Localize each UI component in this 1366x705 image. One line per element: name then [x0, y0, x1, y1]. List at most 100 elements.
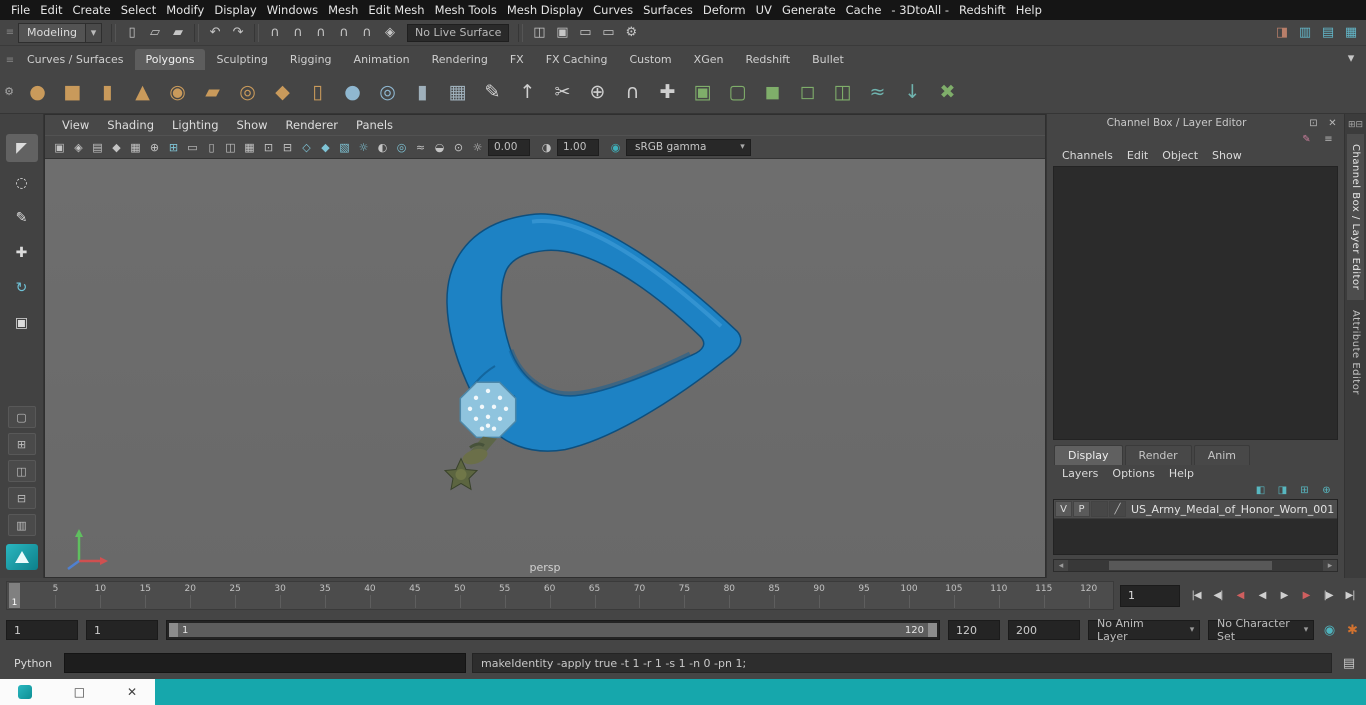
- anim-layer-preferences-icon[interactable]: ◉: [1322, 623, 1337, 638]
- safe-title-icon[interactable]: ⊟: [279, 138, 296, 156]
- dock-grid-icon[interactable]: ⊞: [1348, 120, 1356, 130]
- shelf-tab[interactable]: Rigging: [279, 49, 343, 70]
- shelf-tab[interactable]: XGen: [683, 49, 735, 70]
- redo-icon[interactable]: ↷: [227, 23, 249, 43]
- new-empty-layer-icon[interactable]: ⊞: [1297, 483, 1312, 497]
- quad-draw-icon[interactable]: ▦: [442, 76, 473, 107]
- view-transform-select[interactable]: sRGB gamma ▾: [626, 138, 751, 156]
- channel-box-menu-item[interactable]: Show: [1205, 149, 1249, 162]
- sculpt-tool-icon[interactable]: ●: [337, 76, 368, 107]
- bridge-icon[interactable]: ∩: [617, 76, 648, 107]
- ipr-render-icon[interactable]: ▭: [597, 23, 619, 43]
- gamma-icon[interactable]: ◑: [538, 138, 555, 156]
- select-tool[interactable]: ◤: [5, 134, 38, 162]
- scroll-right-icon[interactable]: ▸: [1323, 560, 1337, 571]
- shelf-tab[interactable]: Bullet: [801, 49, 855, 70]
- layer-color-swatch[interactable]: ╱: [1109, 501, 1126, 517]
- target-weld-icon[interactable]: ⊕: [582, 76, 613, 107]
- channel-box-menu-item[interactable]: Object: [1155, 149, 1205, 162]
- save-scene-icon[interactable]: ▰: [167, 23, 189, 43]
- shelf-tab[interactable]: Animation: [343, 49, 421, 70]
- channel-settings-icon[interactable]: ≡: [1321, 132, 1336, 146]
- symmetry-icon[interactable]: ◫: [528, 23, 550, 43]
- menu-item[interactable]: UV: [751, 3, 777, 17]
- workspace-icon[interactable]: ▦: [1340, 23, 1362, 43]
- persp-graph-layout-icon[interactable]: ⊟: [7, 487, 36, 509]
- layer-move-down-icon[interactable]: ◨: [1275, 483, 1290, 497]
- image-plane-icon[interactable]: ▦: [127, 138, 144, 156]
- channel-box-menu-item[interactable]: Edit: [1120, 149, 1155, 162]
- four-pane-layout-icon[interactable]: ⊞: [7, 433, 36, 455]
- grid-icon[interactable]: ⊞: [165, 138, 182, 156]
- play-forwards-button[interactable]: ▶: [1274, 585, 1294, 607]
- resolution-gate-icon[interactable]: ▯: [203, 138, 220, 156]
- scrollbar-track[interactable]: [1068, 560, 1323, 571]
- pan-zoom-icon[interactable]: ⊕: [146, 138, 163, 156]
- layer-editor-tab[interactable]: Anim: [1193, 445, 1250, 465]
- shelf-tab[interactable]: Rendering: [421, 49, 499, 70]
- poly-platonic-icon[interactable]: ◆: [267, 76, 298, 107]
- mirror-icon[interactable]: ◫: [827, 76, 858, 107]
- panel-menu-item[interactable]: Show: [228, 118, 277, 132]
- layer-editor-tab[interactable]: Render: [1124, 445, 1192, 465]
- motion-blur-icon[interactable]: ≈: [412, 138, 429, 156]
- menu-item[interactable]: Mesh Display: [502, 3, 588, 17]
- statusline-grip-icon[interactable]: ≡: [4, 27, 16, 38]
- poly-torus-icon[interactable]: ◉: [162, 76, 193, 107]
- layer-menu-item[interactable]: Layers: [1055, 467, 1105, 480]
- channel-box-toggle-icon[interactable]: ▤: [1317, 23, 1339, 43]
- append-polygon-icon[interactable]: ✚: [652, 76, 683, 107]
- live-surface-field[interactable]: No Live Surface: [407, 23, 510, 42]
- render-frame-icon[interactable]: ▭: [574, 23, 596, 43]
- menu-item[interactable]: Mesh: [323, 3, 363, 17]
- layer-menu-item[interactable]: Help: [1162, 467, 1201, 480]
- layer-menu-item[interactable]: Options: [1105, 467, 1161, 480]
- group-divider[interactable]: [254, 23, 260, 42]
- field-chart-icon[interactable]: ▦: [241, 138, 258, 156]
- lock-camera-icon[interactable]: ◈: [70, 138, 87, 156]
- sidebar-tab[interactable]: Channel Box / Layer Editor: [1347, 134, 1364, 301]
- playback-start-field[interactable]: 1: [86, 620, 158, 640]
- smooth-shade-icon[interactable]: ◆: [317, 138, 334, 156]
- group-divider[interactable]: [111, 23, 117, 42]
- menu-item[interactable]: Display: [209, 3, 261, 17]
- snap-to-grids-icon[interactable]: ∩: [264, 23, 286, 43]
- current-time-marker[interactable]: 1: [9, 583, 20, 608]
- exposure-icon[interactable]: ☼: [469, 138, 486, 156]
- subdiv-proxy-icon[interactable]: ▮: [407, 76, 438, 107]
- shelf-tab[interactable]: FX Caching: [535, 49, 619, 70]
- open-scene-icon[interactable]: ▱: [144, 23, 166, 43]
- modeling-toolkit-icon[interactable]: ▥: [1294, 23, 1316, 43]
- group-divider[interactable]: [518, 23, 524, 42]
- hypershade-layout-icon[interactable]: ▥: [7, 514, 36, 536]
- snap-to-view-planes-icon[interactable]: ∩: [356, 23, 378, 43]
- multi-cut-icon[interactable]: ✂: [547, 76, 578, 107]
- lasso-tool[interactable]: ◌: [6, 169, 38, 197]
- ambient-occlusion-icon[interactable]: ◎: [393, 138, 410, 156]
- scrollbar-thumb[interactable]: [1108, 561, 1272, 570]
- close-icon[interactable]: ✕: [127, 685, 137, 699]
- shelf-tab[interactable]: FX: [499, 49, 535, 70]
- playback-end-field[interactable]: 120: [948, 620, 1000, 640]
- menu-item[interactable]: File: [6, 3, 35, 17]
- menu-set-selector[interactable]: Modeling ▾: [18, 22, 103, 43]
- extrude-icon[interactable]: ↑: [512, 76, 543, 107]
- reduce-icon[interactable]: ↓: [897, 76, 928, 107]
- viewport-canvas[interactable]: persp: [45, 159, 1045, 577]
- layer-editor-tab[interactable]: Display: [1054, 445, 1123, 465]
- shadows-icon[interactable]: ◐: [374, 138, 391, 156]
- time-slider[interactable]: 1 5 10 15 20 25 30 35 40 45 50 55 60 65 70 75 80 85 90 95 1…: [6, 581, 1114, 610]
- step-forward-key-button[interactable]: ▶: [1296, 585, 1316, 607]
- film-gate-icon[interactable]: ▭: [184, 138, 201, 156]
- menu-item[interactable]: Select: [116, 3, 161, 17]
- safe-action-icon[interactable]: ⊡: [260, 138, 277, 156]
- character-set-select[interactable]: No Character Set ▾: [1208, 617, 1314, 643]
- highlight-selection-icon[interactable]: ▣: [551, 23, 573, 43]
- channel-box-menu-item[interactable]: Channels: [1055, 149, 1120, 162]
- go-to-start-button[interactable]: |◀: [1186, 585, 1206, 607]
- range-bar[interactable]: [169, 623, 937, 637]
- smooth-icon[interactable]: ≈: [862, 76, 893, 107]
- snap-to-projected-center-icon[interactable]: ∩: [333, 23, 355, 43]
- poly-pipe-icon[interactable]: ▯: [302, 76, 333, 107]
- isolate-select-icon[interactable]: ⊙: [450, 138, 467, 156]
